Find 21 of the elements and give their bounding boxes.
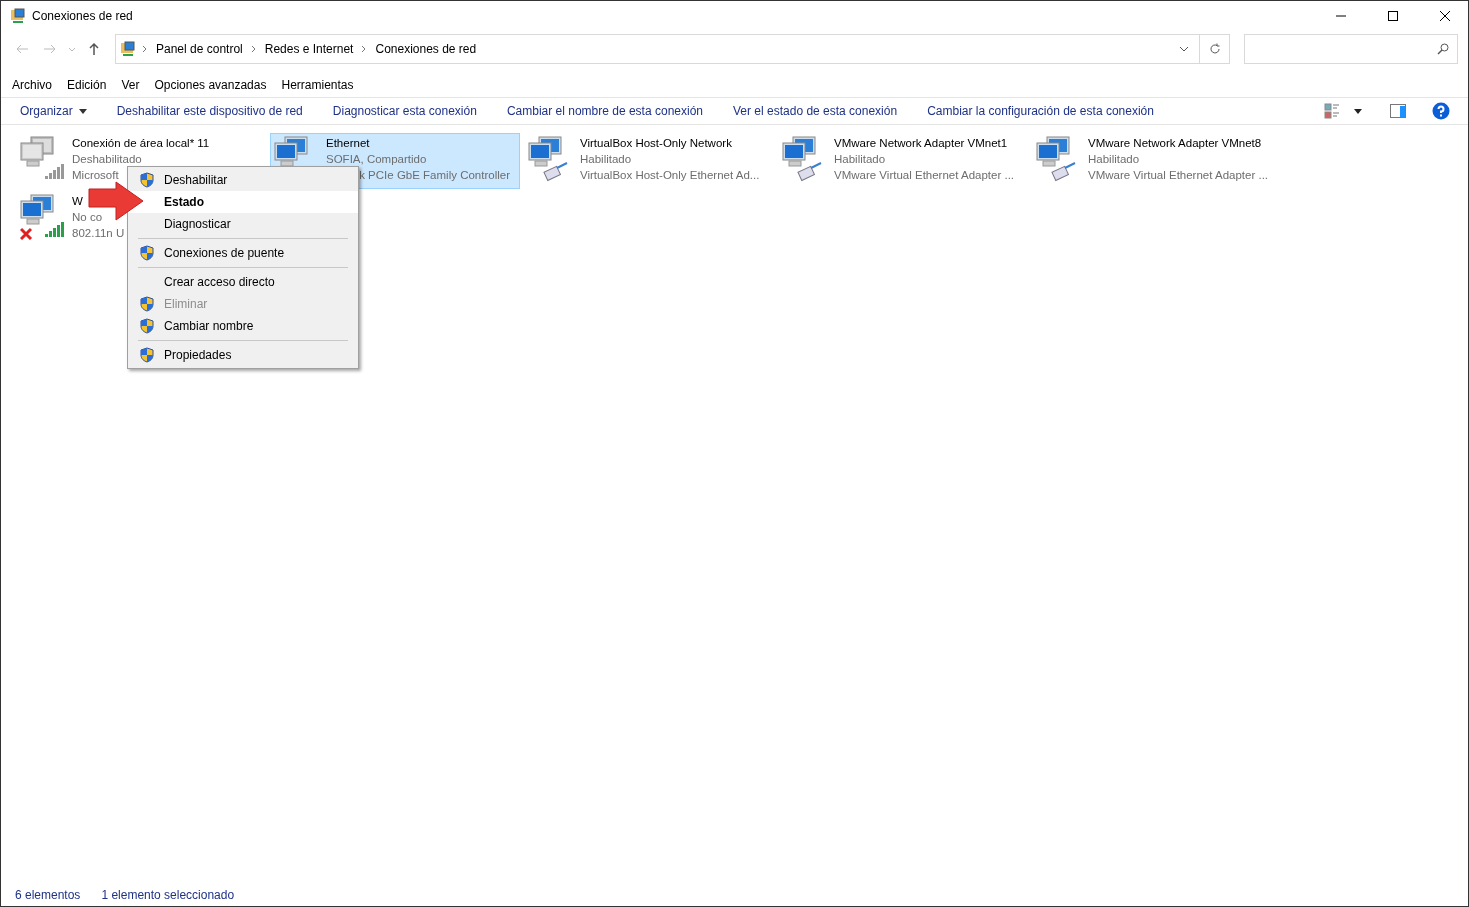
connection-status: SOFIA, Compartido [326, 152, 427, 167]
connection-name: Conexión de área local* 11 [72, 136, 210, 151]
status-text: 6 elementos [15, 888, 81, 902]
device-name: VirtualBox Host-Only Ethernet Ad... [580, 168, 760, 183]
device-name: k PCIe GbE Family Controller [359, 168, 510, 183]
device-name: VMware Virtual Ethernet Adapter ... [834, 168, 1015, 183]
connection-status: Habilitado [1088, 152, 1140, 167]
connection-name: Ethernet [326, 136, 370, 151]
status-text: 1 elemento seleccionado [101, 888, 235, 902]
connection-name: VMware Network Adapter VMnet1 [834, 136, 1008, 151]
device-name: Microsoft [72, 168, 119, 183]
connection-status: Habilitado [834, 152, 886, 167]
device-name: 802.11n U [72, 226, 125, 241]
connection-name: VirtualBox Host-Only Network [580, 136, 732, 151]
window-title: Conexiones de red [32, 9, 134, 23]
connection-name: VMware Network Adapter VMnet8 [1088, 136, 1262, 151]
connection-status: No co [72, 210, 103, 225]
connection-status: Deshabilitado [72, 152, 142, 167]
connection-status: Habilitado [580, 152, 632, 167]
connection-name: W [72, 194, 83, 209]
device-name: VMware Virtual Ethernet Adapter ... [1088, 168, 1269, 183]
